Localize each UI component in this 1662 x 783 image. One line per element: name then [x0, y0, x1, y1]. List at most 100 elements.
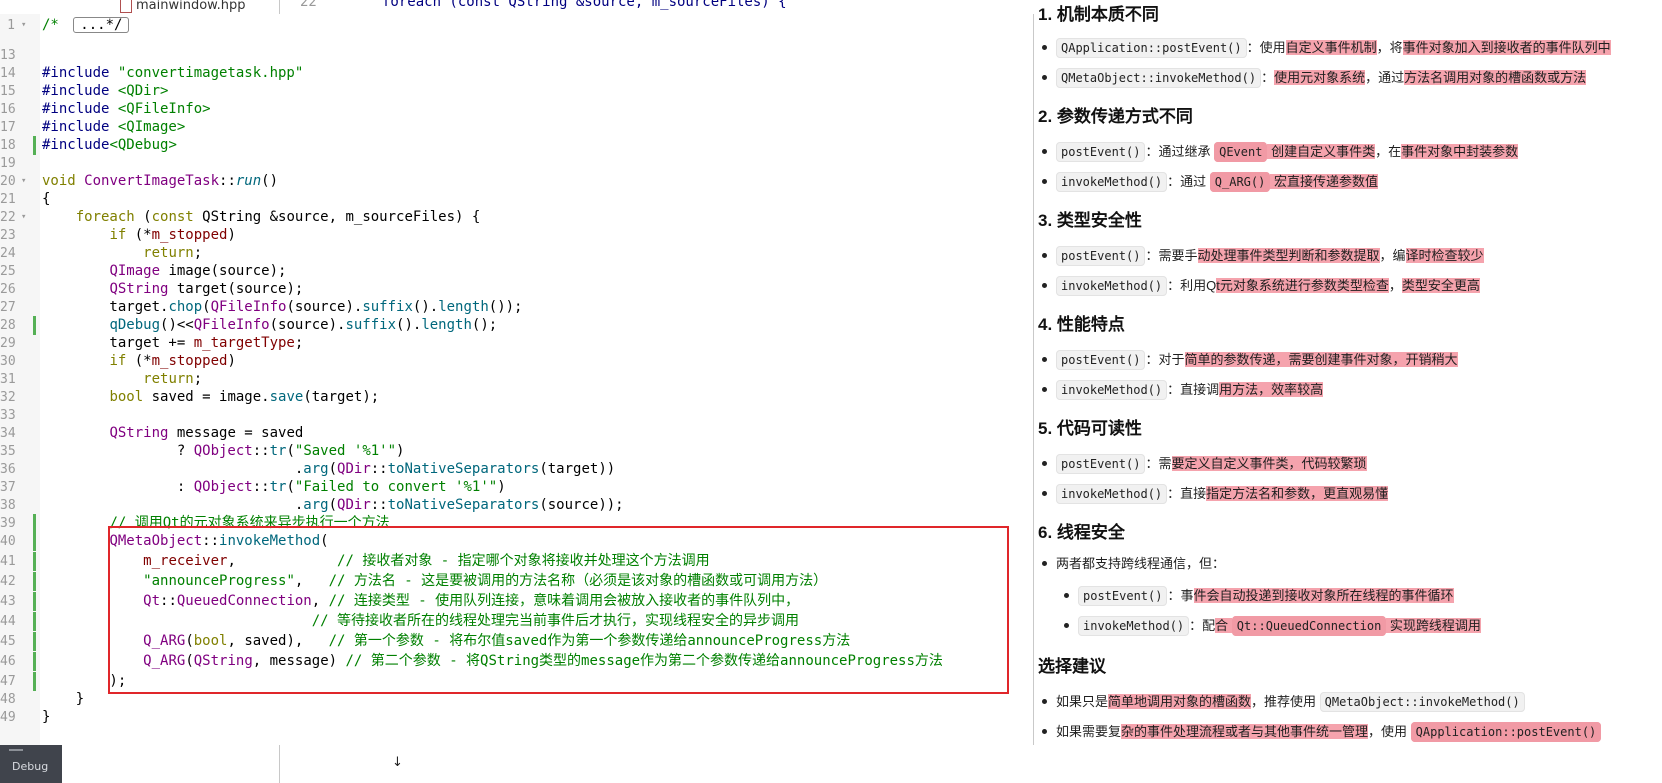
change-marker	[33, 532, 36, 551]
bullet-icon	[1042, 75, 1047, 81]
code-line[interactable]: 38 .arg(QDir::toNativeSeparators(source)…	[0, 496, 1033, 515]
code-text: if (*m_stopped)	[42, 226, 235, 245]
code-token: ;	[193, 371, 203, 387]
inline-code: postEvent()	[1078, 586, 1168, 606]
highlighted-text: 简单地调用对象的槽函数	[1108, 694, 1252, 709]
list-text: ：配	[1189, 618, 1216, 633]
code-token: (	[328, 461, 338, 477]
code-line[interactable]: 47 );	[0, 672, 1033, 691]
code-line[interactable]: 26 QString target(source);	[0, 280, 1033, 299]
highlighted-text: 事件对象中封装参数	[1401, 144, 1519, 159]
code-line[interactable]: 24 return;	[0, 244, 1033, 263]
code-token: )	[396, 443, 405, 459]
code-line[interactable]: 44 // 等待接收者所在的线程处理完当前事件后才执行，实现线程安全的异步调用	[0, 612, 1033, 631]
code-line[interactable]: 28 qDebug()<<QFileInfo(source).suffix().…	[0, 316, 1033, 335]
code-token: ::	[202, 533, 220, 549]
inline-code: Q_ARG()	[1209, 172, 1271, 192]
code-line[interactable]: 48 }	[0, 690, 1033, 709]
line-number: 49	[0, 710, 16, 725]
bullet-icon	[1064, 623, 1069, 629]
fold-chevron-icon[interactable]: ▾	[21, 172, 30, 191]
code-token: Q_ARG	[143, 633, 186, 649]
code-line[interactable]: 40 QMetaObject::invokeMethod(	[0, 532, 1033, 551]
pane-divider-bottom	[279, 745, 280, 783]
folded-comment-marker[interactable]: ...*/	[73, 17, 130, 33]
code-text: : QObject::tr("Failed to convert '%1'")	[42, 478, 506, 497]
code-line[interactable]: 37 : QObject::tr("Failed to convert '%1'…	[0, 478, 1033, 497]
code-line[interactable]: 19	[0, 154, 1033, 173]
code-token: image(source);	[160, 263, 287, 279]
code-line[interactable]: 35 ? QObject::tr("Saved '%1'")	[0, 442, 1033, 461]
code-token: #include	[42, 65, 118, 81]
code-token: bool	[193, 633, 228, 649]
code-token: ::	[160, 593, 177, 609]
code-line[interactable]: 34 QString message = saved	[0, 424, 1033, 443]
code-token: length	[421, 317, 472, 333]
code-line[interactable]: 13	[0, 46, 1033, 65]
code-line[interactable]: 17 #include <QImage>	[0, 118, 1033, 137]
code-text: }	[42, 708, 50, 727]
code-text: }	[42, 690, 84, 709]
code-line[interactable]: 31 return;	[0, 370, 1033, 389]
change-marker	[33, 652, 36, 671]
list-text: 如果需要复	[1056, 724, 1122, 739]
code-line[interactable]: 15 #include <QDir>	[0, 82, 1033, 101]
highlighted-text: 指定方法名和参数，更直观易懂	[1206, 486, 1389, 501]
code-line[interactable]: 33	[0, 406, 1033, 425]
line-number: 20	[0, 174, 16, 189]
code-token: ());	[488, 299, 523, 315]
debug-mode-button[interactable]: Debug	[0, 745, 62, 783]
code-token: if	[109, 227, 127, 243]
code-line[interactable]: 49}	[0, 708, 1033, 727]
code-token: QString	[109, 281, 169, 297]
inline-code: QMetaObject::invokeMethod()	[1319, 692, 1525, 712]
code-line[interactable]: 20 ▾ void ConvertImageTask::run()	[0, 172, 1033, 191]
code-line[interactable]: 46 Q_ARG(QString, message) // 第二个参数 - 将Q…	[0, 652, 1033, 671]
code-token: message = saved	[168, 425, 304, 441]
code-token: <QDebug>	[109, 137, 177, 153]
code-token: ?	[42, 443, 194, 459]
code-line[interactable]: 36 .arg(QDir::toNativeSeparators(target)…	[0, 460, 1033, 479]
code-line[interactable]: 32 bool saved = image.save(target);	[0, 388, 1033, 407]
code-line[interactable]: 43 Qt::QueuedConnection, // 连接类型 - 使用队列连…	[0, 592, 1033, 611]
code-line[interactable]: 39 // 调用Qt的元对象系统来异步执行一个方法	[0, 514, 1033, 533]
code-text: qDebug()<<QFileInfo(source).suffix().len…	[42, 316, 497, 335]
background-editor-tabs: mainwindow.hpp 22 foreach (const QString…	[0, 0, 1050, 14]
code-editor[interactable]: 1 ▾ /* ...*/ 13 14 #include "convertimagetask…	[0, 14, 1034, 745]
code-line[interactable]: 21 {	[0, 190, 1033, 209]
code-line[interactable]: 41 m_receiver, // 接收者对象 - 指定哪个对象将接收并处理这个…	[0, 552, 1033, 571]
code-token: return	[143, 245, 194, 261]
code-line[interactable]: 25 QImage image(source);	[0, 262, 1033, 281]
change-marker	[33, 632, 36, 651]
code-line[interactable]: 23 if (*m_stopped)	[0, 226, 1033, 245]
code-line[interactable]: 22 ▾ foreach (const QString &source, m_so…	[0, 208, 1033, 227]
highlighted-text: 自定义事件机制	[1285, 40, 1377, 55]
file-icon	[120, 0, 132, 13]
highlighted-text: t元对象系统进行参数类型检查	[1216, 278, 1389, 293]
code-token: // 方法名 - 这是要被调用的方法名称（必须是该对象的槽函数或可调用方法）	[328, 573, 828, 589]
code-line[interactable]: 29 target += m_targetType;	[0, 334, 1033, 353]
code-token: #include	[42, 83, 118, 99]
code-token: <QImage>	[117, 119, 186, 135]
line-number: 13	[0, 48, 16, 63]
code-line[interactable]: 45 Q_ARG(bool, saved), // 第一个参数 - 将布尔值sa…	[0, 632, 1033, 651]
fold-chevron-icon[interactable]: ▾	[21, 16, 30, 35]
code-line[interactable]: 18 #include<QDebug>	[0, 136, 1033, 155]
file-tab[interactable]: mainwindow.hpp	[120, 0, 245, 13]
code-line[interactable]: 27 target.chop(QFileInfo(source).suffix(…	[0, 298, 1033, 317]
inline-code: invokeMethod()	[1056, 484, 1168, 504]
line-number: 21	[0, 192, 16, 207]
code-line[interactable]: 14 #include "convertimagetask.hpp"	[0, 64, 1033, 83]
code-line[interactable]: 30 if (*m_stopped)	[0, 352, 1033, 371]
bullet-icon	[1042, 357, 1047, 363]
code-token: ::	[252, 479, 270, 495]
code-token: :	[42, 479, 194, 495]
code-token: const	[151, 209, 194, 225]
code-line[interactable]: 1 ▾ /* ...*/	[0, 16, 1033, 35]
code-line[interactable]: 16 #include <QFileInfo>	[0, 100, 1033, 119]
fold-chevron-icon[interactable]: ▾	[21, 208, 30, 227]
code-line[interactable]: 42 "announceProgress", // 方法名 - 这是要被调用的方…	[0, 572, 1033, 591]
